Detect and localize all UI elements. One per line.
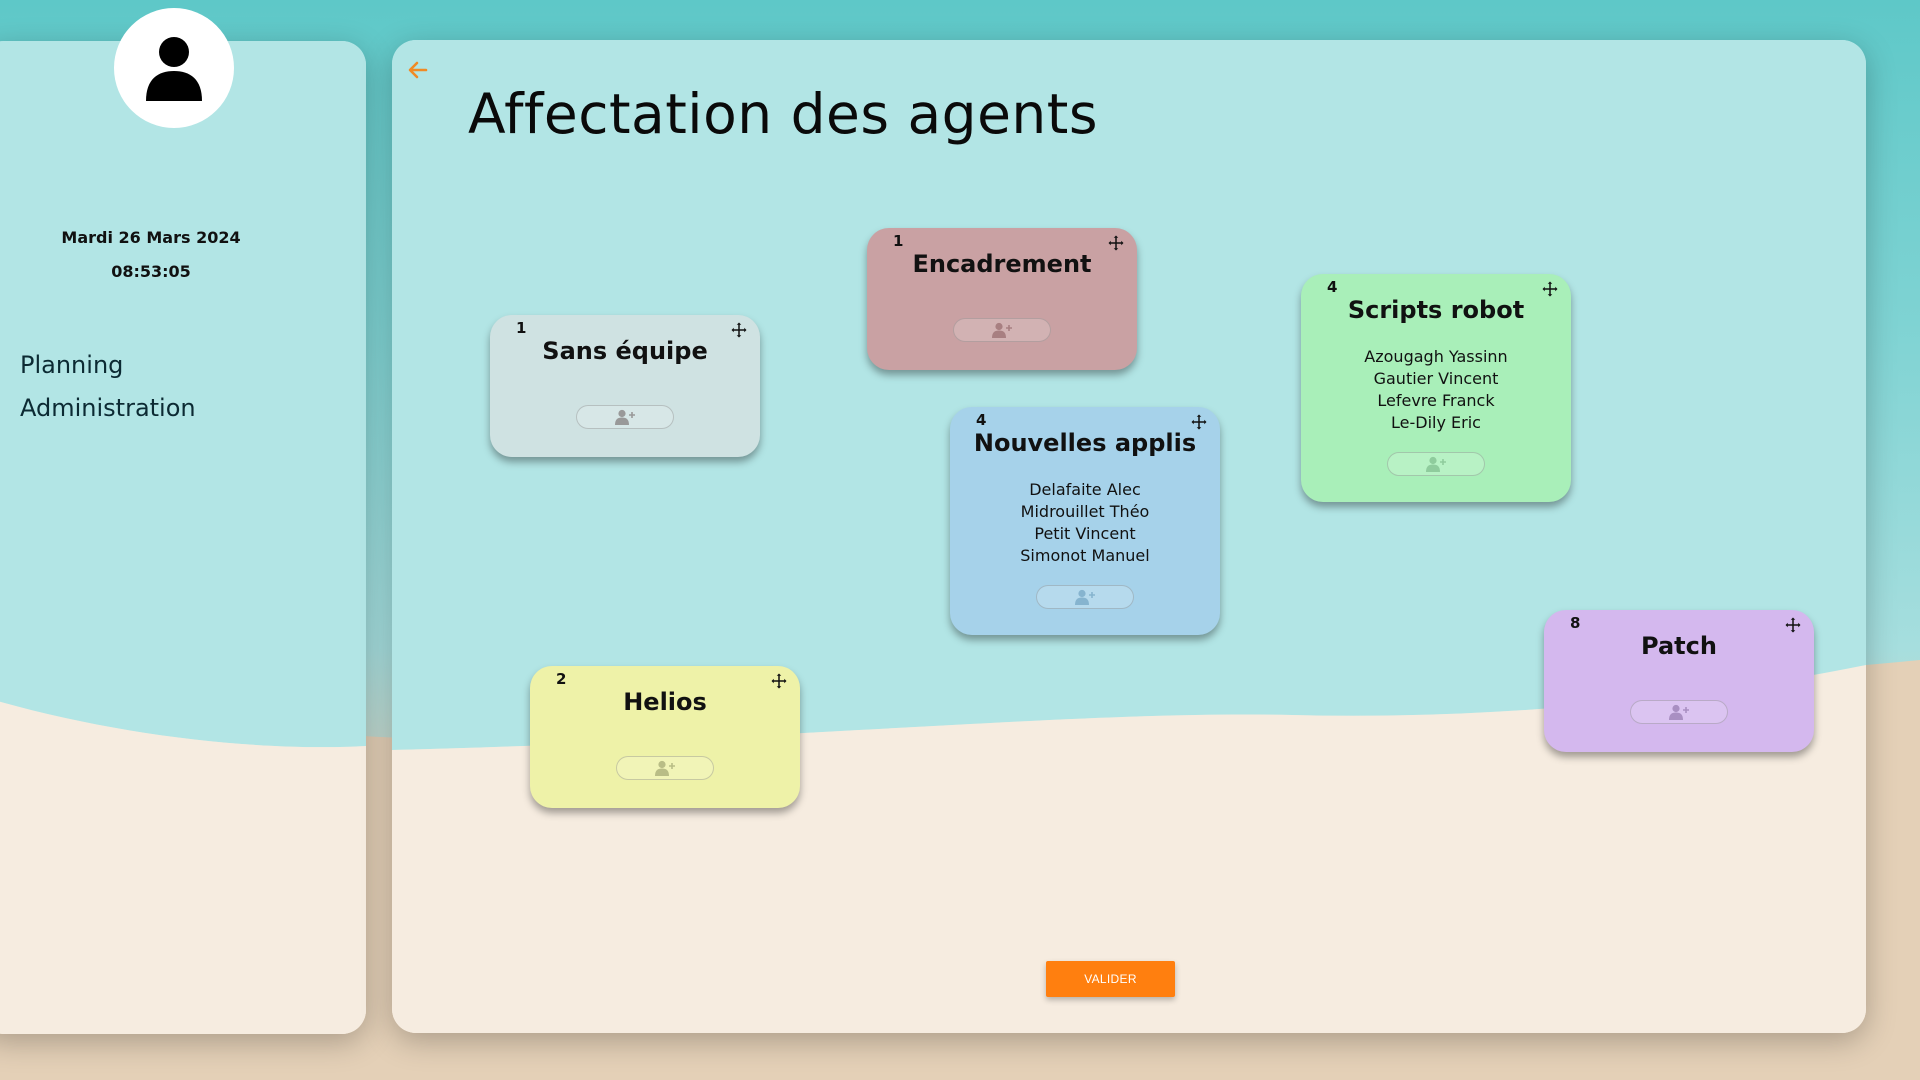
user-avatar[interactable] [114,8,234,128]
move-icon[interactable] [730,321,748,339]
team-member[interactable]: Le-Dily Eric [1301,412,1571,434]
team-members: Delafaite Alec Midrouillet Théo Petit Vi… [950,479,1220,567]
team-card[interactable]: 2 Helios [530,666,800,808]
team-name: Patch [1641,632,1717,660]
team-count: 4 [976,411,987,429]
user-plus-icon [1075,589,1095,605]
team-card[interactable]: 4 Scripts robot Azougagh Yassinn Gautier… [1301,274,1571,502]
move-icon[interactable] [1107,234,1125,252]
sidebar-nav: Planning Administration [20,344,196,430]
add-agent-button[interactable] [576,405,674,429]
sidebar-background [0,41,366,1034]
team-count: 4 [1327,278,1338,296]
add-agent-button[interactable] [1387,452,1485,476]
validate-button[interactable]: VALIDER [1046,961,1175,997]
team-member[interactable]: Delafaite Alec [950,479,1220,501]
sidebar: Mardi 26 Mars 2024 08:53:05 Planning Adm… [0,41,366,1034]
page-title: Affectation des agents [468,82,1098,146]
move-icon[interactable] [770,672,788,690]
team-name: Sans équipe [542,337,708,365]
move-icon[interactable] [1541,280,1559,298]
team-member[interactable]: Simonot Manuel [950,545,1220,567]
user-plus-icon [1426,456,1446,472]
add-agent-button[interactable] [1036,585,1134,609]
team-count: 1 [516,319,527,337]
team-member[interactable]: Gautier Vincent [1301,368,1571,390]
current-date: Mardi 26 Mars 2024 [61,228,241,247]
team-member[interactable]: Petit Vincent [950,523,1220,545]
user-icon [146,37,202,101]
team-count: 8 [1570,614,1581,632]
user-plus-icon [615,409,635,425]
team-member[interactable]: Azougagh Yassinn [1301,346,1571,368]
team-card[interactable]: 4 Nouvelles applis Delafaite Alec Midrou… [950,407,1220,635]
team-name: Scripts robot [1347,296,1525,324]
team-name: Helios [623,688,707,716]
add-agent-button[interactable] [616,756,714,780]
team-members: Azougagh Yassinn Gautier Vincent Lefevre… [1301,346,1571,434]
move-icon[interactable] [1784,616,1802,634]
user-plus-icon [1669,704,1689,720]
team-count: 2 [556,670,567,688]
team-name: Encadrement [912,250,1092,278]
user-plus-icon [655,760,675,776]
add-agent-button[interactable] [1630,700,1728,724]
team-card[interactable]: 1 Encadrement [867,228,1137,370]
arrow-left-icon[interactable] [406,58,430,82]
team-card[interactable]: 8 Patch [1544,610,1814,752]
team-name: Nouvelles applis [973,429,1197,457]
nav-item-administration[interactable]: Administration [20,387,196,430]
move-icon[interactable] [1190,413,1208,431]
team-count: 1 [893,232,904,250]
user-plus-icon [992,322,1012,338]
main-panel: Affectation des agents 1 Sans équipe 1 E… [392,40,1866,1033]
team-member[interactable]: Lefevre Franck [1301,390,1571,412]
add-agent-button[interactable] [953,318,1051,342]
team-member[interactable]: Midrouillet Théo [950,501,1220,523]
current-time: 08:53:05 [111,262,191,281]
nav-item-planning[interactable]: Planning [20,344,196,387]
team-card[interactable]: 1 Sans équipe [490,315,760,457]
